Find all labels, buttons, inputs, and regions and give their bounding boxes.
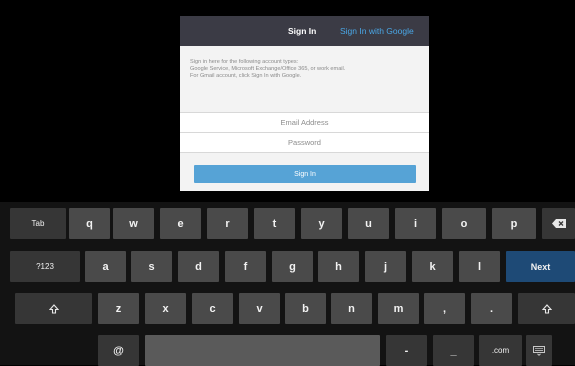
key-hide-keyboard[interactable]	[526, 335, 552, 366]
key-t[interactable]: t	[254, 208, 295, 239]
instructions-line: Google Service, Microsoft Exchange/Offic…	[190, 66, 346, 72]
key-n[interactable]: n	[331, 293, 372, 324]
email-field[interactable]	[180, 117, 429, 128]
key-space[interactable]	[145, 335, 380, 366]
key-u[interactable]: u	[348, 208, 389, 239]
key-symbols[interactable]: ?123	[10, 251, 80, 282]
key-p[interactable]: p	[492, 208, 536, 239]
key-shift-right[interactable]	[518, 293, 575, 324]
instructions-line: Sign in here for the following account t…	[190, 59, 299, 65]
key-v[interactable]: v	[239, 293, 280, 324]
key-j[interactable]: j	[365, 251, 406, 282]
key-r[interactable]: r	[207, 208, 248, 239]
key-f[interactable]: f	[225, 251, 266, 282]
screen: Sign In Sign In with Google Sign in here…	[0, 0, 575, 366]
key-c[interactable]: c	[192, 293, 233, 324]
email-field-container	[180, 112, 429, 132]
key-s[interactable]: s	[131, 251, 172, 282]
key-period[interactable]: .	[471, 293, 512, 324]
key-a[interactable]: a	[85, 251, 126, 282]
key-e[interactable]: e	[160, 208, 201, 239]
on-screen-keyboard: Tab q w e r t y u i o p ?123 a s d f g h…	[0, 202, 575, 366]
password-field[interactable]	[180, 137, 429, 148]
key-x[interactable]: x	[145, 293, 186, 324]
tab-sign-in-with-google[interactable]: Sign In with Google	[340, 16, 414, 46]
key-q[interactable]: q	[69, 208, 110, 239]
signin-dialog: Sign In Sign In with Google Sign in here…	[180, 16, 429, 191]
key-at[interactable]: @	[98, 335, 139, 366]
key-tab[interactable]: Tab	[10, 208, 66, 239]
key-z[interactable]: z	[98, 293, 139, 324]
key-o[interactable]: o	[442, 208, 486, 239]
key-m[interactable]: m	[378, 293, 419, 324]
key-comma[interactable]: ,	[424, 293, 465, 324]
shift-icon	[48, 303, 59, 314]
key-underscore[interactable]: _	[433, 335, 474, 366]
key-b[interactable]: b	[285, 293, 326, 324]
instructions-line: For Gmail account, click Sign In with Go…	[190, 73, 302, 79]
key-g[interactable]: g	[272, 251, 313, 282]
key-h[interactable]: h	[318, 251, 359, 282]
key-w[interactable]: w	[113, 208, 154, 239]
key-l[interactable]: l	[459, 251, 500, 282]
key-k[interactable]: k	[412, 251, 453, 282]
key-shift-left[interactable]	[15, 293, 92, 324]
key-next[interactable]: Next	[506, 251, 575, 282]
instructions-text: Sign in here for the following account t…	[190, 59, 420, 80]
key-backspace[interactable]	[542, 208, 575, 239]
backspace-icon	[551, 219, 566, 228]
key-d[interactable]: d	[178, 251, 219, 282]
key-dash[interactable]: -	[386, 335, 427, 366]
key-i[interactable]: i	[395, 208, 436, 239]
shift-icon	[541, 303, 552, 314]
password-field-container	[180, 132, 429, 153]
key-dotcom[interactable]: .com	[479, 335, 522, 366]
tab-sign-in[interactable]: Sign In	[288, 16, 316, 46]
sign-in-button[interactable]: Sign In	[194, 165, 416, 183]
keyboard-hide-icon	[533, 345, 545, 356]
dialog-header: Sign In Sign In with Google	[180, 16, 429, 46]
key-y[interactable]: y	[301, 208, 342, 239]
